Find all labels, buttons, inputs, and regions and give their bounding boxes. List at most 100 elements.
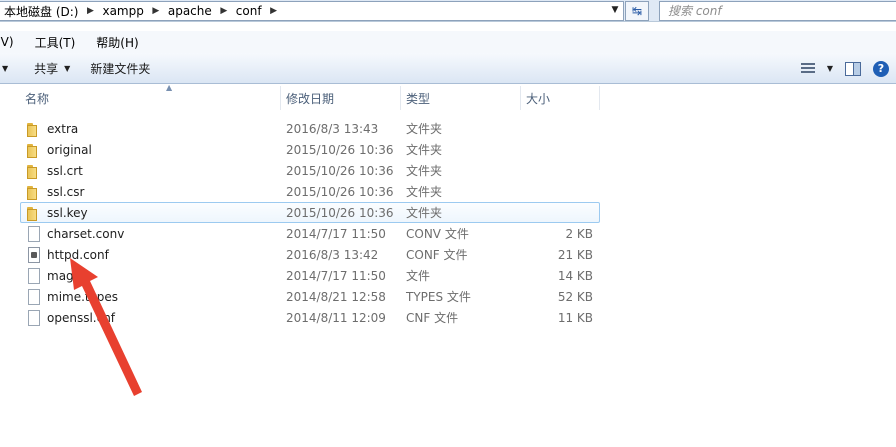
file-row-ssl-crt[interactable]: ssl.crt 2015/10/26 10:36 文件夹	[20, 160, 600, 181]
file-name: original	[47, 142, 92, 157]
chevron-down-icon[interactable]: ▼	[609, 5, 621, 17]
file-date: 2015/10/26 10:36	[286, 205, 394, 220]
file-type: CONF 文件	[406, 248, 468, 262]
file-name: mime.types	[47, 289, 118, 304]
sort-ascending-icon: ▲	[166, 83, 173, 92]
file-name-cell: ssl.csr	[21, 184, 281, 200]
file-row-mime-types[interactable]: mime.types 2014/8/21 12:58 TYPES 文件 52 K…	[20, 286, 600, 307]
file-name: magic	[47, 268, 84, 283]
file-name-cell: mime.types	[21, 288, 281, 305]
search-input[interactable]	[668, 4, 868, 18]
file-name-cell: openssl.cnf	[21, 309, 281, 326]
file-type: TYPES 文件	[406, 290, 471, 304]
file-row-ssl-key[interactable]: ssl.key 2015/10/26 10:36 文件夹	[20, 202, 600, 223]
column-header-type[interactable]: 类型	[401, 86, 521, 110]
file-size: 14 KB	[557, 268, 593, 283]
file-date: 2016/8/3 13:42	[286, 247, 379, 262]
menu-view[interactable]: (V)	[0, 35, 24, 49]
file-row-ssl-csr[interactable]: ssl.csr 2015/10/26 10:36 文件夹	[20, 181, 600, 202]
refresh-icon: ↹	[631, 4, 643, 18]
new-folder-button[interactable]: 新建文件夹	[80, 56, 160, 80]
column-header-date[interactable]: 修改日期	[281, 86, 401, 110]
file-name-cell: extra	[21, 121, 281, 137]
folder-icon	[26, 121, 42, 137]
folder-icon	[26, 142, 42, 158]
file-type: 文件	[406, 269, 431, 283]
file-date: 2015/10/26 10:36	[286, 184, 394, 199]
file-type: CONV 文件	[406, 227, 469, 241]
breadcrumb-separator-icon[interactable]: ▶	[148, 6, 164, 16]
breadcrumb-separator-icon[interactable]: ▶	[82, 6, 98, 16]
share-button[interactable]: 共享 ▼	[24, 56, 80, 80]
file-name: ssl.csr	[47, 184, 85, 199]
file-name: httpd.conf	[47, 247, 109, 262]
file-date: 2016/8/3 13:43	[286, 121, 379, 136]
file-row-magic[interactable]: magic 2014/7/17 11:50 文件 14 KB	[20, 265, 600, 286]
chevron-down-icon: ▼	[64, 63, 71, 73]
file-date: 2014/8/21 12:58	[286, 289, 386, 304]
file-date: 2014/7/17 11:50	[286, 226, 386, 241]
file-name-cell: httpd.conf	[21, 246, 281, 263]
breadcrumb-xampp[interactable]: xampp ▶	[98, 2, 163, 20]
menu-help[interactable]: 帮助(H)	[85, 34, 148, 51]
file-icon	[26, 309, 42, 326]
file-name: openssl.cnf	[47, 310, 116, 325]
command-bar-right: ▼ ?	[800, 53, 896, 84]
file-type: 文件夹	[406, 164, 443, 178]
file-type: 文件夹	[406, 206, 443, 220]
file-type: CNF 文件	[406, 311, 459, 325]
help-icon[interactable]: ?	[873, 60, 889, 77]
breadcrumb-apache[interactable]: apache ▶	[164, 2, 232, 20]
file-type: 文件夹	[406, 143, 443, 157]
file-icon	[26, 288, 42, 305]
address-bar-row: 本地磁盘 (D:) ▶ xampp ▶ apache ▶ conf ▶ ▼ ↹	[0, 0, 896, 22]
view-details-icon[interactable]	[800, 61, 817, 77]
file-date: 2014/8/11 12:09	[286, 310, 386, 325]
file-name: ssl.crt	[47, 163, 83, 178]
file-size: 21 KB	[557, 247, 593, 262]
breadcrumb-separator-icon[interactable]: ▶	[216, 6, 232, 16]
folder-icon	[26, 184, 42, 200]
file-name-cell: magic	[21, 267, 281, 284]
file-size: 11 KB	[557, 310, 593, 325]
file-date: 2014/7/17 11:50	[286, 268, 386, 283]
file-row-charset-conv[interactable]: charset.conv 2014/7/17 11:50 CONV 文件 2 K…	[20, 223, 600, 244]
file-type: 文件夹	[406, 185, 443, 199]
view-options-dropdown-icon[interactable]: ▼	[827, 64, 833, 73]
file-size: 2 KB	[565, 226, 593, 241]
breadcrumb-conf[interactable]: conf ▶	[232, 2, 282, 20]
column-header-size[interactable]: 大小	[521, 86, 600, 110]
breadcrumb-drive[interactable]: 本地磁盘 (D:) ▶	[0, 2, 98, 20]
file-name: ssl.key	[47, 205, 88, 220]
breadcrumb-separator-icon[interactable]: ▶	[266, 6, 282, 16]
file-row-httpd-conf[interactable]: httpd.conf 2016/8/3 13:42 CONF 文件 21 KB	[20, 244, 600, 265]
menu-bar: (V) 工具(T) 帮助(H)	[0, 31, 896, 53]
file-name: extra	[47, 121, 79, 136]
file-name-cell: ssl.crt	[21, 163, 281, 179]
column-header-row: ▲ 名称 修改日期 类型 大小	[20, 83, 600, 110]
file-row-extra[interactable]: extra 2016/8/3 13:43 文件夹	[20, 118, 600, 139]
address-bar[interactable]: 本地磁盘 (D:) ▶ xampp ▶ apache ▶ conf ▶ ▼	[0, 1, 624, 21]
menu-tools[interactable]: 工具(T)	[24, 34, 86, 51]
refresh-button[interactable]: ↹	[625, 1, 649, 21]
file-row-original[interactable]: original 2015/10/26 10:36 文件夹	[20, 139, 600, 160]
file-name: charset.conv	[47, 226, 125, 241]
search-box[interactable]	[659, 1, 896, 21]
file-row-openssl-cnf[interactable]: openssl.cnf 2014/8/11 12:09 CNF 文件 11 KB	[20, 307, 600, 328]
column-header-name[interactable]: 名称	[20, 86, 281, 110]
file-size: 52 KB	[557, 289, 593, 304]
file-list: extra 2016/8/3 13:43 文件夹 original 2015/1…	[20, 118, 600, 328]
command-bar-overflow-arrow-icon[interactable]: ▼	[2, 64, 8, 73]
folder-icon	[26, 163, 42, 179]
file-date: 2015/10/26 10:36	[286, 142, 394, 157]
file-type: 文件夹	[406, 122, 443, 136]
preview-pane-icon[interactable]	[845, 61, 861, 76]
file-name-cell: charset.conv	[21, 225, 281, 242]
file-name-cell: ssl.key	[21, 205, 281, 221]
file-icon	[26, 267, 42, 284]
config-file-icon	[26, 246, 42, 263]
command-bar: ▼ 共享 ▼ 新建文件夹 ▼ ?	[0, 53, 896, 84]
folder-icon	[26, 205, 42, 221]
file-date: 2015/10/26 10:36	[286, 163, 394, 178]
file-name-cell: original	[21, 142, 281, 158]
